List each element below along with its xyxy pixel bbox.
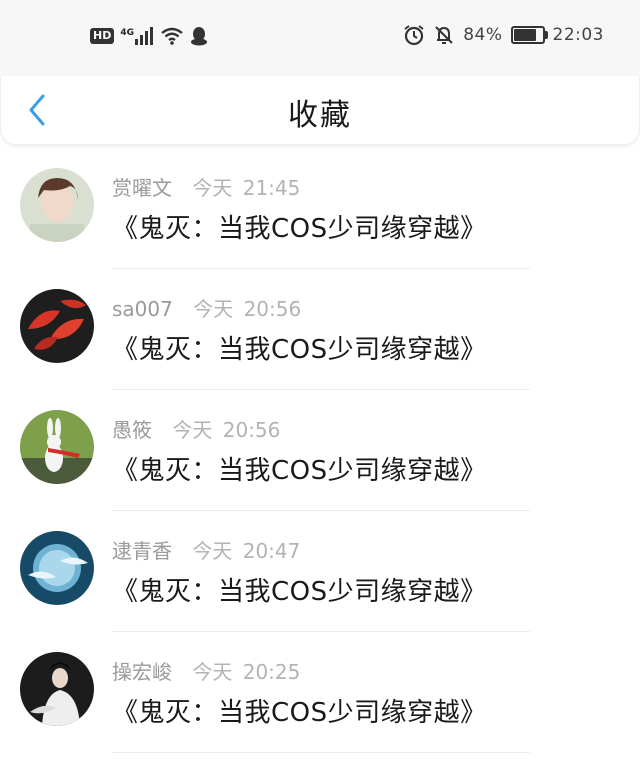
page-title: 收藏 xyxy=(288,98,352,133)
user-name: 赏曜文 xyxy=(112,176,172,200)
user-name: 逮青香 xyxy=(112,539,172,563)
battery-fill xyxy=(513,29,536,41)
favorites-list: 赏曜文 今天 21:45 《鬼灭：当我COS少司缘穿越》 sa007 今天 20… xyxy=(0,148,640,753)
alarm-icon xyxy=(404,25,424,46)
item-date: 今天 xyxy=(192,176,233,200)
item-time: 21:45 xyxy=(242,176,301,200)
status-left: HD 4G xyxy=(90,26,208,46)
header: 收藏 xyxy=(0,76,640,145)
item-time: 20:56 xyxy=(222,418,281,442)
item-meta: 愚筱 今天 20:56 xyxy=(112,414,280,443)
list-item[interactable]: 逮青香 今天 20:47 《鬼灭：当我COS少司缘穿越》 xyxy=(0,511,640,632)
item-date: 今天 xyxy=(192,539,233,563)
avatar[interactable] xyxy=(20,652,94,726)
qq-icon xyxy=(191,27,207,46)
avatar[interactable] xyxy=(20,289,94,363)
avatar[interactable] xyxy=(20,531,94,605)
status-bar: HD 4G 84% 22:03 xyxy=(0,0,640,76)
signal-group: 4G xyxy=(120,27,154,45)
item-meta: sa007 今天 20:56 xyxy=(112,293,301,322)
avatar-image xyxy=(20,289,94,363)
item-content: 《鬼灭：当我COS少司缘穿越》 xyxy=(112,698,487,728)
network-type-label: 4G xyxy=(120,28,134,38)
list-item[interactable]: 操宏峻 今天 20:25 《鬼灭：当我COS少司缘穿越》 xyxy=(0,632,640,753)
list-item[interactable]: 愚筱 今天 20:56 《鬼灭：当我COS少司缘穿越》 xyxy=(0,390,640,511)
user-name: sa007 xyxy=(112,297,173,321)
list-item[interactable]: sa007 今天 20:56 《鬼灭：当我COS少司缘穿越》 xyxy=(0,269,640,390)
item-meta: 逮青香 今天 20:47 xyxy=(112,535,300,564)
avatar[interactable] xyxy=(20,410,94,484)
signal-icon xyxy=(135,27,153,45)
list-item[interactable]: 赏曜文 今天 21:45 《鬼灭：当我COS少司缘穿越》 xyxy=(0,148,640,269)
item-meta: 赏曜文 今天 21:45 xyxy=(112,172,300,201)
avatar-image xyxy=(20,168,94,242)
avatar-image xyxy=(20,410,94,484)
item-time: 20:47 xyxy=(242,539,301,563)
item-meta: 操宏峻 今天 20:25 xyxy=(112,656,300,685)
item-date: 今天 xyxy=(192,660,233,684)
status-clock: 22:03 xyxy=(552,25,604,45)
avatar[interactable] xyxy=(20,168,94,242)
item-content: 《鬼灭：当我COS少司缘穿越》 xyxy=(112,214,487,244)
item-date: 今天 xyxy=(172,418,213,442)
battery-percent: 84% xyxy=(463,25,503,45)
user-name: 操宏峻 xyxy=(112,660,172,684)
avatar-image xyxy=(20,652,94,726)
user-name: 愚筱 xyxy=(112,418,152,442)
avatar-image xyxy=(20,531,94,605)
status-right: 84% 22:03 xyxy=(403,24,604,46)
mute-icon xyxy=(435,26,453,44)
screen: HD 4G 84% 22:03 收藏 赏曜文 今天 21:45 《鬼灭：当我CO… xyxy=(0,0,640,771)
item-time: 20:56 xyxy=(243,297,302,321)
item-content: 《鬼灭：当我COS少司缘穿越》 xyxy=(112,335,487,365)
item-content: 《鬼灭：当我COS少司缘穿越》 xyxy=(112,577,487,607)
hd-icon: HD xyxy=(90,28,115,44)
wifi-icon xyxy=(161,27,183,45)
item-time: 20:25 xyxy=(242,660,301,684)
battery-icon xyxy=(510,26,548,44)
item-date: 今天 xyxy=(193,297,234,321)
item-content: 《鬼灭：当我COS少司缘穿越》 xyxy=(112,456,487,486)
